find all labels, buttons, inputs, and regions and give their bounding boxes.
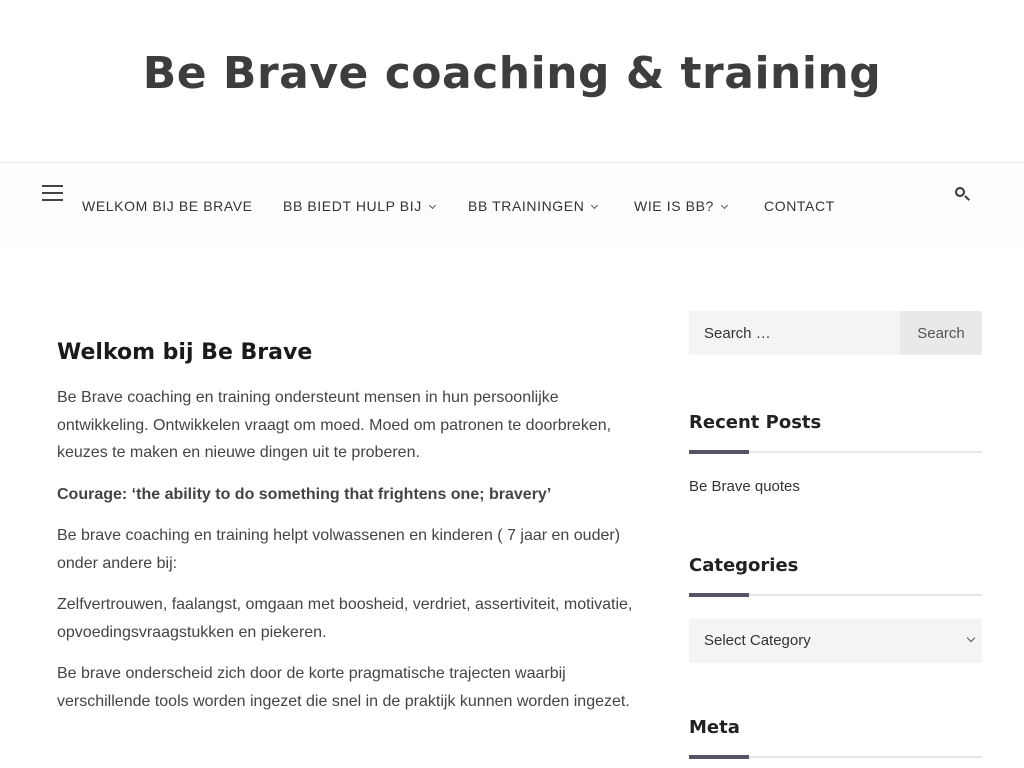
menu-item-label: BB BIEDT HULP BIJ xyxy=(283,198,422,214)
post-paragraph: Be brave onderscheid zich door de korte … xyxy=(57,665,630,710)
recent-posts-title: Recent Posts xyxy=(689,412,822,433)
chevron-down-icon xyxy=(591,201,599,210)
widget-divider xyxy=(689,450,982,454)
chevron-down-icon xyxy=(428,201,436,210)
main-content: Welkom bij Be Brave Be Brave coaching en… xyxy=(57,340,647,729)
chevron-down-icon xyxy=(966,633,976,643)
menu-item-contact[interactable]: CONTACT xyxy=(764,198,835,214)
sidebar-search-form: Search xyxy=(689,311,982,355)
widget-divider xyxy=(689,593,982,597)
post-paragraph: Be brave coaching en training helpt volw… xyxy=(57,527,621,572)
site-title[interactable]: Be Brave coaching & training xyxy=(0,48,1024,99)
category-select[interactable]: Select Category xyxy=(689,619,982,663)
recent-post-link[interactable]: Be Brave quotes xyxy=(689,478,800,495)
sidebar: Search Recent Posts Be Brave quotes Cate… xyxy=(689,311,982,759)
category-select-label: Select Category xyxy=(704,632,811,649)
search-button[interactable]: Search xyxy=(900,311,982,355)
meta-title: Meta xyxy=(689,717,740,738)
menu-item-label: BB TRAININGEN xyxy=(468,198,585,214)
menu-item-label: CONTACT xyxy=(764,198,835,214)
search-icon[interactable] xyxy=(954,186,970,202)
menu-item-label: WIE IS BB? xyxy=(634,198,714,214)
menu-item-trainingen[interactable]: BB TRAININGEN xyxy=(468,198,599,214)
widget-divider xyxy=(689,755,982,759)
search-input[interactable] xyxy=(689,311,900,355)
chevron-down-icon xyxy=(720,201,728,210)
post-paragraph: Be Brave coaching en training ondersteun… xyxy=(57,389,612,461)
hamburger-menu-icon[interactable] xyxy=(42,184,63,202)
post-quote: Courage: ‘the ability to do something th… xyxy=(57,485,552,503)
post-title: Welkom bij Be Brave xyxy=(57,340,313,365)
categories-title: Categories xyxy=(689,555,799,576)
menu-item-hulp[interactable]: BB BIEDT HULP BIJ xyxy=(283,198,436,214)
menu-item-wie-is-bb[interactable]: WIE IS BB? xyxy=(634,198,728,214)
post-paragraph: Zelfvertrouwen, faalangst, omgaan met bo… xyxy=(57,596,633,641)
menu-item-welkom[interactable]: WELKOM BIJ BE BRAVE xyxy=(82,198,253,214)
menu-item-label: WELKOM BIJ BE BRAVE xyxy=(82,198,253,214)
site-header: Be Brave coaching & training xyxy=(0,0,1024,163)
